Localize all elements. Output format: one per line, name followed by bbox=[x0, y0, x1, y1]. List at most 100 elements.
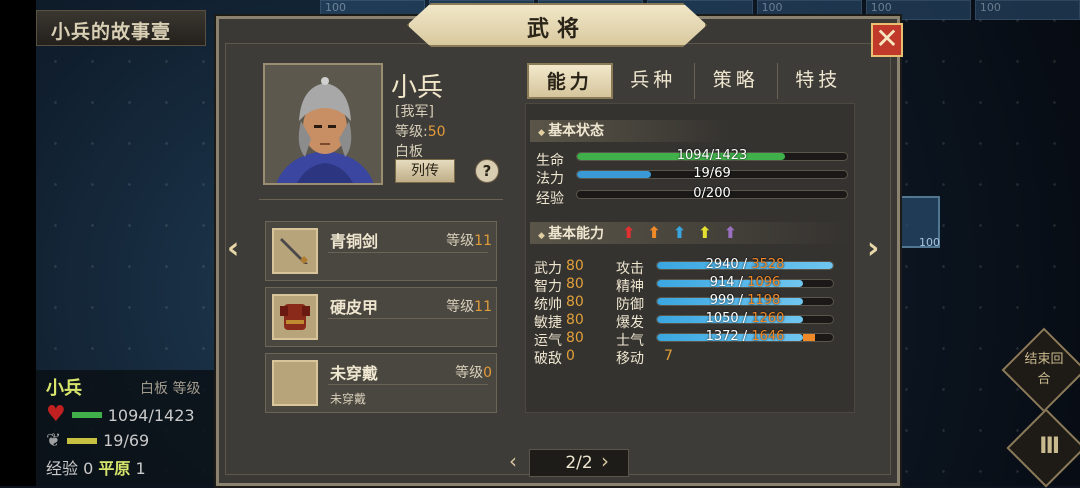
terrain-label: 平原 bbox=[98, 459, 131, 478]
equipment-level-value: 11 bbox=[474, 233, 492, 249]
hp-label: 生命 bbox=[536, 153, 564, 169]
hero-level-value: 50 bbox=[427, 124, 446, 140]
attribute-label: 统帅 bbox=[534, 297, 562, 313]
equipment-divider bbox=[328, 318, 488, 319]
hero-name: 小兵 bbox=[391, 73, 444, 103]
hp-status-text: 1094/1423 bbox=[676, 148, 748, 163]
equipment-level-label: 等级 bbox=[446, 299, 475, 315]
combat-stat-text: 914 / 1096 bbox=[656, 275, 834, 290]
general-dialog: 武将 ✕ 小兵 [我军] 等级:50 白板 列传 ? ‹ › 青铜剑 等级11 bbox=[216, 3, 903, 486]
combat-stat-total: 1260 bbox=[751, 311, 785, 326]
menu-icon: Ⅲ bbox=[1039, 434, 1060, 459]
close-x-icon: ✕ bbox=[875, 22, 899, 55]
sword-icon bbox=[272, 228, 318, 274]
dialog-title-bar: 武将 bbox=[407, 3, 707, 47]
exp-label: 经验 bbox=[46, 459, 79, 478]
combat-stat-text: 2940 / 3528 bbox=[656, 257, 834, 272]
attribute-label: 敏捷 bbox=[534, 315, 562, 331]
combat-stat-base: 914 / bbox=[709, 275, 748, 290]
armor-icon bbox=[272, 294, 318, 340]
basic-ability-header: 基本能力⬆⬆⬆⬆⬆ bbox=[530, 222, 850, 244]
equipment-slot-accessory[interactable]: 未穿戴 等级0 未穿戴 bbox=[265, 353, 497, 413]
attribute-label: 破敌 bbox=[534, 351, 562, 367]
combat-stat-total: 1198 bbox=[747, 293, 781, 308]
equipment-level: 等级11 bbox=[446, 296, 492, 316]
buff-arrows: ⬆⬆⬆⬆⬆ bbox=[622, 223, 749, 242]
hero-portrait bbox=[263, 63, 383, 185]
blue-up-arrow-icon: ⬆ bbox=[672, 223, 699, 242]
equipment-slot-weapon[interactable]: 青铜剑 等级11 bbox=[265, 221, 497, 281]
feather-icon: ❦ bbox=[46, 430, 62, 451]
attribute-label: 武力 bbox=[534, 261, 562, 277]
page-next-icon[interactable]: › bbox=[601, 449, 609, 473]
prev-hero-arrow-icon[interactable]: ‹ bbox=[227, 231, 239, 266]
unit-sub: 白板 等级 bbox=[140, 381, 201, 397]
hero-level-label: 等级: bbox=[395, 124, 428, 140]
attribute-value: 80 bbox=[566, 294, 584, 310]
equipment-divider bbox=[328, 252, 488, 253]
equipment-level: 等级11 bbox=[446, 230, 492, 250]
attribute-value: 80 bbox=[566, 330, 584, 346]
red-up-arrow-icon: ⬆ bbox=[622, 223, 648, 242]
combat-stat-base: 1050 / bbox=[705, 311, 752, 326]
exp-status-label: 经验 bbox=[536, 191, 564, 207]
combat-stat-total: 3528 bbox=[751, 257, 785, 272]
unit-mp-row: ❦ 19/69 bbox=[46, 430, 216, 451]
combat-stat-label: 爆发 bbox=[616, 315, 644, 331]
tab-ability[interactable]: 能力 bbox=[527, 63, 613, 99]
unit-mp-text: 19/69 bbox=[103, 431, 150, 450]
move-label: 移动 bbox=[616, 351, 644, 367]
equipment-name: 青铜剑 bbox=[330, 232, 379, 251]
combat-stat-base: 1372 / bbox=[705, 329, 752, 344]
combat-stat-label: 士气 bbox=[616, 333, 644, 349]
hp-bar bbox=[71, 412, 102, 418]
combat-stat-base: 999 / bbox=[709, 293, 748, 308]
map-tile-value: 100 bbox=[919, 236, 940, 249]
hero-portrait-image bbox=[265, 65, 381, 183]
attribute-label: 智力 bbox=[534, 279, 562, 295]
unit-hp-text: 1094/1423 bbox=[107, 405, 195, 425]
help-button[interactable]: ? bbox=[475, 159, 499, 183]
combat-stat-text: 999 / 1198 bbox=[656, 293, 834, 308]
purple-up-arrow-icon: ⬆ bbox=[723, 223, 750, 242]
equipment-sub: 未穿戴 bbox=[330, 392, 367, 406]
mp-bar bbox=[67, 437, 98, 444]
end-turn-label: 结束回合 bbox=[1024, 352, 1064, 387]
biography-button[interactable]: 列传 bbox=[395, 159, 455, 183]
equipment-slot-armor[interactable]: 硬皮甲 等级11 bbox=[265, 287, 497, 347]
equipment-divider bbox=[328, 384, 488, 385]
exp-value: 0 bbox=[83, 459, 94, 478]
combat-stat-label: 攻击 bbox=[616, 261, 644, 277]
unit-hp-row: ♥ 1094/1423 bbox=[46, 404, 216, 426]
basic-ability-title: 基本能力 bbox=[548, 226, 605, 242]
combat-stat-text: 1372 / 1646 bbox=[656, 329, 834, 344]
heart-icon: ♥ bbox=[46, 402, 66, 427]
left-letterbox bbox=[0, 0, 36, 486]
equipment-name: 未穿戴 bbox=[330, 364, 379, 383]
attribute-value: 80 bbox=[566, 276, 584, 292]
tab-troop-type[interactable]: 兵种 bbox=[613, 63, 695, 99]
attribute-value: 0 bbox=[566, 348, 575, 364]
close-button[interactable]: ✕ bbox=[871, 23, 903, 57]
combat-stat-label: 防御 bbox=[616, 297, 644, 313]
tab-strategy[interactable]: 策略 bbox=[695, 63, 778, 99]
page-indicator: 2/2 bbox=[529, 449, 629, 477]
attribute-label: 运气 bbox=[534, 333, 562, 349]
map-tile: 100 bbox=[974, 0, 1080, 20]
page-prev-icon[interactable]: ‹ bbox=[509, 449, 517, 473]
combat-stat-label: 精神 bbox=[616, 279, 644, 295]
unit-info-panel: 小兵 白板 等级 ♥ 1094/1423 ❦ 19/69 经验 0 平原 1 bbox=[36, 370, 226, 486]
equipment-level-label: 等级 bbox=[446, 233, 475, 249]
next-hero-arrow-icon[interactable]: › bbox=[867, 231, 879, 266]
hero-faction: [我军] bbox=[395, 104, 434, 120]
tab-special-skill[interactable]: 特技 bbox=[778, 63, 860, 99]
yellow-up-arrow-icon: ⬆ bbox=[698, 223, 724, 242]
exp-status-text: 0/200 bbox=[693, 186, 731, 201]
mp-status-text: 19/69 bbox=[693, 166, 731, 181]
dialog-title: 武将 bbox=[526, 17, 587, 42]
equipment-level-label: 等级 bbox=[455, 365, 484, 381]
equipment-level-value: 0 bbox=[483, 365, 492, 381]
orange-up-arrow-icon: ⬆ bbox=[647, 223, 673, 242]
attribute-value: 80 bbox=[566, 312, 584, 328]
combat-stat-total: 1096 bbox=[747, 275, 781, 290]
